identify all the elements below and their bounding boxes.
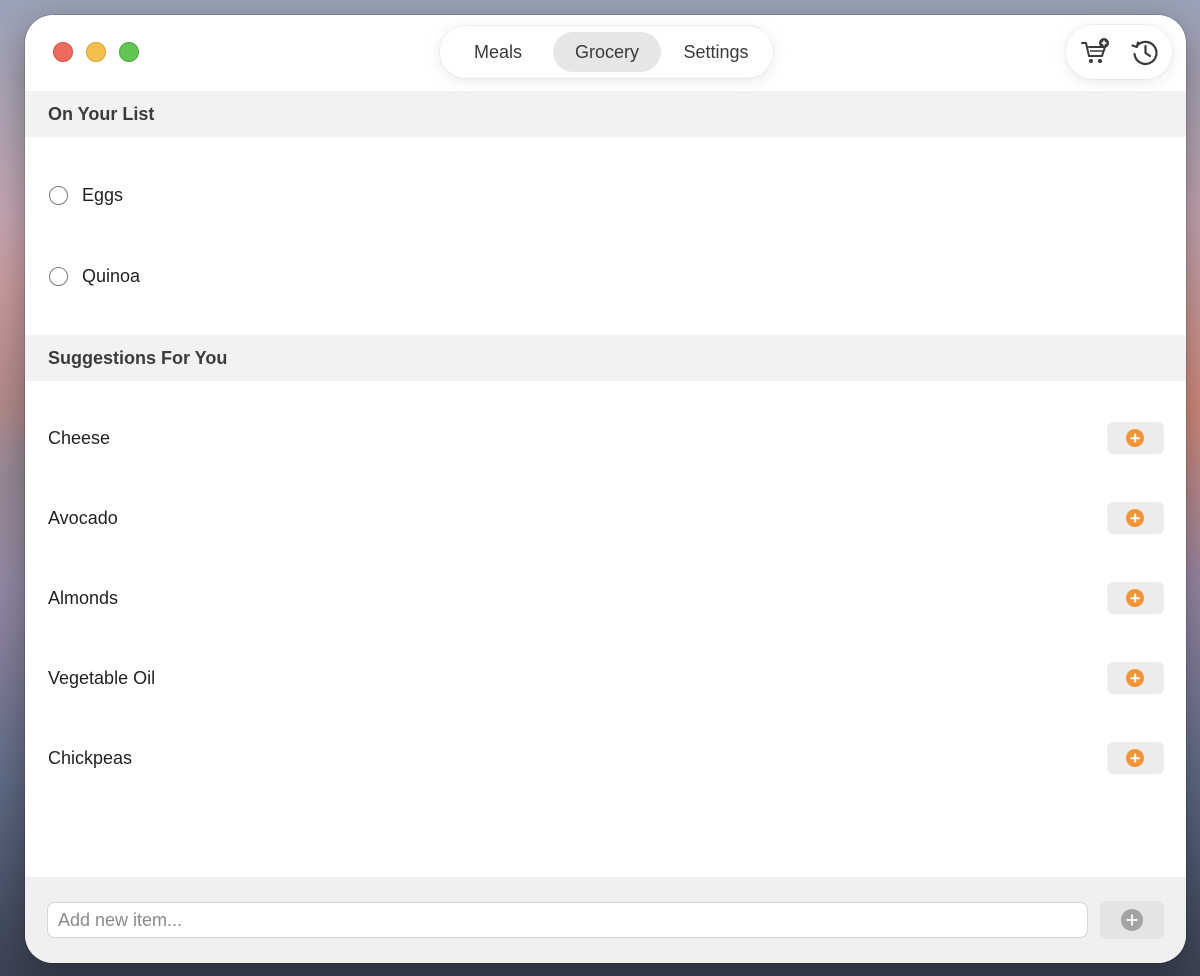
list-item-label: Eggs	[82, 185, 124, 205]
minimize-window-button[interactable]	[86, 42, 106, 62]
section-title: Suggestions For You	[48, 348, 228, 368]
maximize-window-button[interactable]	[119, 42, 139, 62]
main-tabs: Meals Grocery Settings	[440, 26, 773, 78]
suggestion-item: Cheese	[25, 414, 1186, 464]
list-item: Quinoa	[25, 252, 1186, 302]
add-suggestion-button[interactable]	[1107, 742, 1164, 774]
add-to-cart-button[interactable]	[1079, 36, 1111, 68]
suggestion-label: Chickpeas	[48, 748, 133, 768]
section-header-suggestions: Suggestions For You	[25, 335, 1186, 381]
add-suggestion-button[interactable]	[1107, 662, 1164, 694]
close-window-button[interactable]	[53, 42, 73, 62]
cart-add-icon	[1081, 38, 1109, 63]
suggestion-label: Cheese	[48, 428, 111, 448]
history-button[interactable]	[1129, 36, 1161, 68]
add-item-bar	[25, 877, 1186, 963]
plus-circle-icon	[1126, 669, 1144, 687]
plus-circle-icon	[1126, 509, 1144, 527]
add-suggestion-button[interactable]	[1107, 582, 1164, 614]
item-checkbox[interactable]	[49, 267, 68, 286]
toolbar-actions	[1066, 25, 1172, 79]
item-checkbox[interactable]	[49, 186, 68, 205]
suggestion-item: Chickpeas	[25, 734, 1186, 784]
history-icon	[1131, 40, 1158, 65]
tab-grocery[interactable]: Grocery	[553, 32, 661, 72]
suggestion-label: Vegetable Oil	[48, 668, 156, 688]
app-window: Meals Grocery Settings On Your List Eggs…	[25, 15, 1186, 963]
add-suggestion-button[interactable]	[1107, 422, 1164, 454]
suggestion-label: Almonds	[48, 588, 119, 608]
plus-circle-icon	[1126, 429, 1144, 447]
section-title: On Your List	[48, 104, 155, 124]
add-new-item-button[interactable]	[1100, 901, 1164, 939]
plus-circle-icon	[1126, 749, 1144, 767]
new-item-input[interactable]	[47, 902, 1088, 938]
suggestion-item: Vegetable Oil	[25, 654, 1186, 704]
plus-circle-icon	[1121, 909, 1143, 931]
suggestion-item: Avocado	[25, 494, 1186, 544]
tab-meals[interactable]: Meals	[454, 32, 542, 72]
title-bar: Meals Grocery Settings	[25, 15, 1186, 91]
plus-circle-icon	[1126, 589, 1144, 607]
section-header-list: On Your List	[25, 91, 1186, 137]
list-item-label: Quinoa	[82, 266, 141, 286]
suggestion-label: Avocado	[48, 508, 118, 528]
tab-settings[interactable]: Settings	[670, 32, 762, 72]
suggestion-item: Almonds	[25, 574, 1186, 624]
list-item: Eggs	[25, 171, 1186, 221]
add-suggestion-button[interactable]	[1107, 502, 1164, 534]
